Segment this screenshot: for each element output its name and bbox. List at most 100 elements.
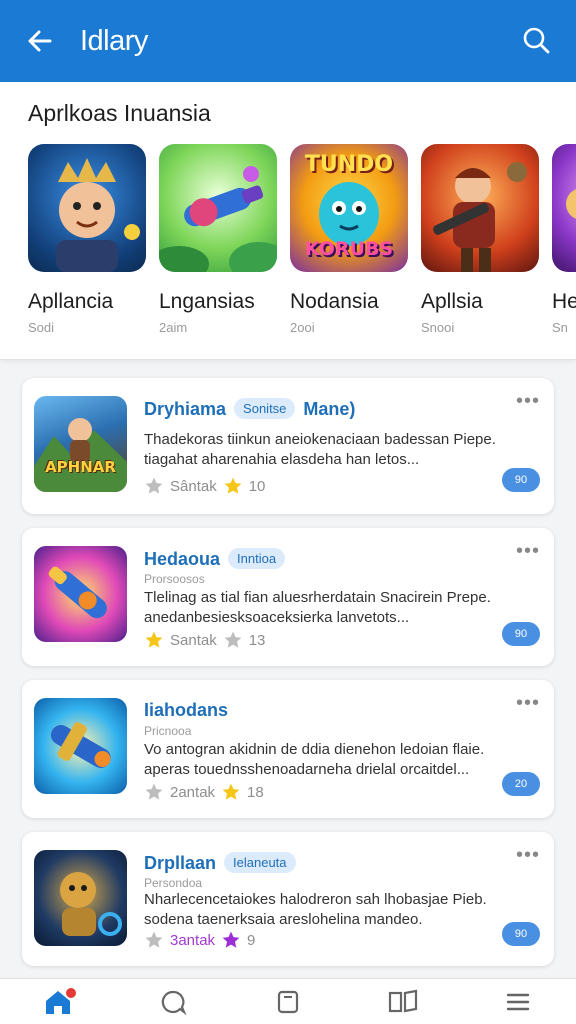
app-subtitle: Sn [552,320,568,335]
nav-library[interactable] [381,982,425,1022]
app-name: Hedaoua [144,549,221,569]
featured-app[interactable]: Lngansias 2aim [159,144,277,335]
action-pill[interactable]: 90 [502,622,540,646]
app-bar: Idlary [0,0,576,82]
app-icon [421,144,539,272]
app-thumbnail [34,698,127,794]
featured-app[interactable]: Apllsia Snooi [421,144,539,335]
rating-count: 9 [247,931,256,949]
action-pill[interactable]: 90 [502,922,540,946]
action-pill[interactable]: 90 [502,468,540,492]
star-icon [145,631,163,648]
app-subtitle: 2ooi [290,320,315,335]
list-item[interactable]: APHNAR Dryhiama Sonitse Mane) Thadekoras t… [22,378,554,514]
featured-apps-row[interactable]: Apllancia Sodi Lngansias 2aim TUNDO KORU… [28,144,576,335]
app-name: Dryhiama [144,399,227,419]
featured-title: Aprlkoas Inuansia [28,100,211,126]
app-name: Apllancia [28,290,114,313]
rating-row: 3antak 9 [144,930,255,950]
app-title[interactable]: Hedaoua Inntioa [144,548,286,570]
menu-icon [507,993,530,1010]
nav-chat[interactable] [151,982,195,1022]
app-thumbnail [34,546,127,642]
featured-app[interactable]: TUNDO KORUBS Nodansia 2ooi [290,144,408,335]
more-icon[interactable]: ••• [516,391,540,411]
app-title-suffix: Mane) [303,399,356,419]
app-name: Lngansias [159,290,255,313]
app-thumbnail: APHNAR [34,396,127,492]
app-title[interactable]: Dryhiama Sonitse Mane) [144,398,355,420]
star-icon [224,477,242,494]
app-name: Nodansia [290,290,379,313]
app-title[interactable]: Iiahodans [144,700,228,721]
rating-row: Sântak 10 [144,476,265,496]
star-icon [222,783,240,800]
list-item[interactable]: Hedaoua Inntioa Prorsoosos Tlelinag as ti… [22,528,554,666]
star-icon [224,631,242,648]
description-line-2: sodena taenerksaia areslohelina mandeo. [144,911,423,928]
bottom-nav [0,978,576,1024]
category-tag: Sonitse [234,398,296,419]
book-icon [389,989,418,1012]
description-line-2: aperas touednsshenoadarneha drielal orca… [144,761,470,778]
rating-label: Santak [170,631,217,649]
star-icon [145,477,163,494]
description-line-2: tiagahat aharenahia elasdeha han letos..… [144,451,420,468]
app-icon-text-bottom: KORUBS [304,238,394,260]
back-arrow-icon [28,30,52,52]
rating-count: 10 [248,477,266,495]
page-title: Idlary [80,24,148,57]
chat-icon [161,990,187,1015]
app-name: Iiahodans [144,700,229,720]
app-subline: Persondoa [144,876,203,890]
star-icon [222,931,240,948]
action-pill[interactable]: 20 [502,772,540,796]
app-name: He [552,290,576,313]
more-icon[interactable]: ••• [516,845,540,865]
description-line-1: Tlelinag as tial fian aluesrherdatain Sn… [144,589,491,606]
app-description: Thadekoras tiinkun aneiokenaciaan badess… [144,430,504,470]
app-subtitle: 2aim [159,320,188,335]
list-item[interactable]: Iiahodans Pricnooa Vo antogran akidnin d… [22,680,554,818]
app-subline: Prorsoosos [144,572,205,586]
rating-label: 3antak [170,931,216,949]
star-icon [145,931,163,948]
app-subtitle: Snooi [421,320,455,335]
app-description: Nharlecencetaiokes halodreron sah lhobas… [144,890,504,930]
rating-label: Sântak [170,477,217,495]
app-description: Tlelinag as tial fian aluesrherdatain Sn… [144,588,504,628]
list-item[interactable]: Drpllaan Ielaneuta Persondoa Nharlecencet… [22,832,554,966]
description-line-1: Nharlecencetaiokes halodreron sah lhobas… [144,891,487,908]
app-subtitle: Sodi [28,320,55,335]
more-icon[interactable]: ••• [516,693,540,713]
app-icon-text-top: TUNDO [304,152,394,177]
description-line-1: Vo antogran akidnin de ddia dienehon led… [144,741,485,758]
rating-count: 18 [247,783,264,801]
app-name: Drpllaan [144,853,217,873]
category-tag: Inntioa [228,548,286,569]
nav-menu[interactable] [496,982,540,1022]
featured-app[interactable]: Apllancia Sodi [28,144,146,335]
rating-row: 2antak 18 [144,782,264,802]
rating-label: 2antak [170,783,216,801]
featured-app[interactable]: He Sn [552,144,576,335]
description-line-1: Thadekoras tiinkun aneiokenaciaan badess… [144,431,496,448]
rating-row: Santak 13 [144,630,265,650]
app-icon [552,144,576,272]
rating-count: 13 [248,631,266,649]
back-button[interactable] [22,23,58,59]
app-icon: TUNDO KORUBS [290,144,408,272]
search-button[interactable] [518,23,554,59]
app-icon [159,144,277,272]
app-icon [28,144,146,272]
nav-home[interactable] [36,982,80,1022]
app-subline: Pricnooa [144,724,192,738]
featured-section: Aprlkoas Inuansia Apllancia Sodi Lngansi… [0,82,576,360]
app-thumbnail [34,850,127,946]
app-description: Vo antogran akidnin de ddia dienehon led… [144,740,504,780]
app-title[interactable]: Drpllaan Ielaneuta [144,852,296,874]
more-icon[interactable]: ••• [516,541,540,561]
nav-tablet[interactable] [266,982,310,1022]
search-icon [523,27,550,54]
tablet-icon [277,990,299,1013]
